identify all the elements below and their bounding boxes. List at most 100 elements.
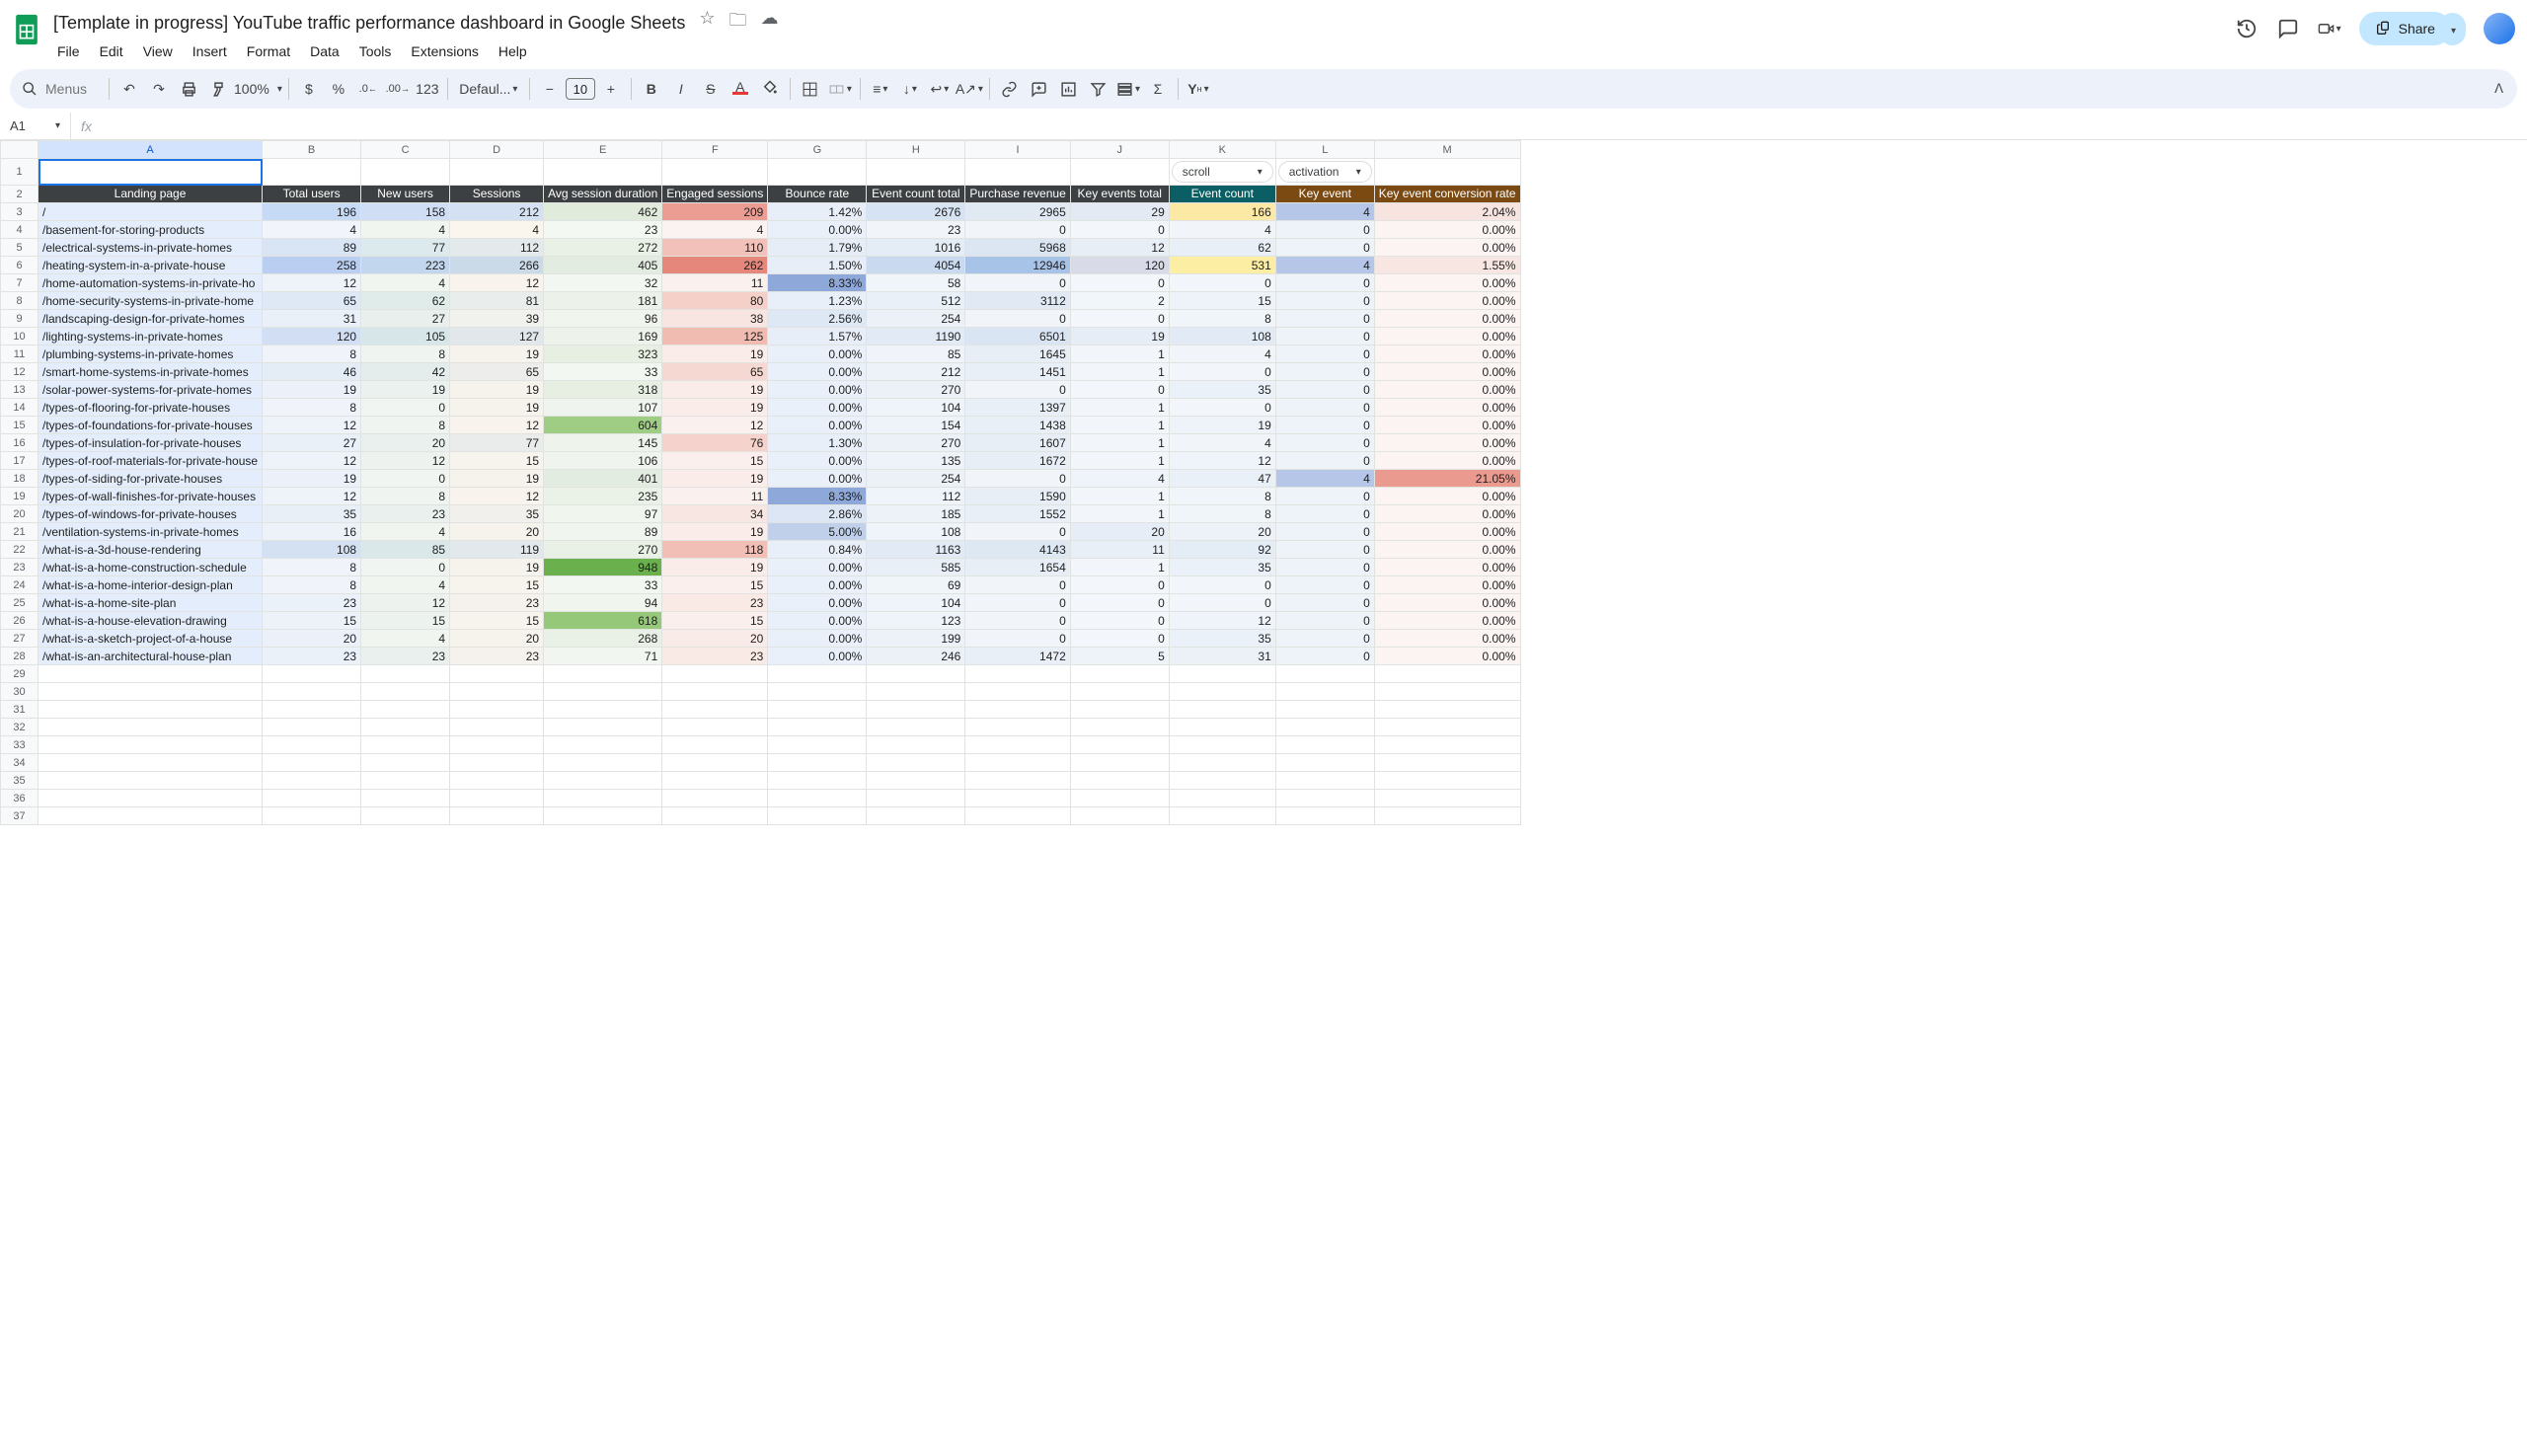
data-cell[interactable]: 0.00% <box>768 594 867 612</box>
row-header-15[interactable]: 15 <box>1 417 38 434</box>
data-cell[interactable]: 38 <box>662 310 768 328</box>
empty-cell[interactable] <box>965 683 1070 701</box>
data-cell[interactable]: 196 <box>263 203 361 221</box>
row-header-24[interactable]: 24 <box>1 576 38 594</box>
data-cell[interactable]: 15 <box>450 612 544 630</box>
data-cell[interactable]: 1016 <box>867 239 965 257</box>
data-cell[interactable]: 0 <box>1070 594 1169 612</box>
data-cell[interactable]: 5.00% <box>768 523 867 541</box>
data-cell[interactable]: 166 <box>1169 203 1275 221</box>
row-header-23[interactable]: 23 <box>1 559 38 576</box>
col-header-M[interactable]: M <box>1374 141 1520 159</box>
data-cell[interactable]: 0 <box>965 576 1070 594</box>
data-cell[interactable]: 15 <box>662 452 768 470</box>
empty-cell[interactable] <box>1275 772 1374 790</box>
data-cell[interactable]: 33 <box>544 363 662 381</box>
empty-cell[interactable] <box>768 719 867 736</box>
menu-search-input[interactable] <box>43 80 101 98</box>
dropdown-k[interactable]: scroll▾ <box>1172 161 1273 183</box>
data-cell[interactable]: /what-is-a-sketch-project-of-a-house <box>38 630 263 648</box>
data-cell[interactable]: 0 <box>361 559 450 576</box>
account-avatar[interactable] <box>2484 13 2515 44</box>
empty-cell[interactable] <box>867 665 965 683</box>
menu-extensions[interactable]: Extensions <box>403 39 486 63</box>
data-cell[interactable]: 19 <box>450 559 544 576</box>
empty-cell[interactable] <box>662 665 768 683</box>
data-cell[interactable]: 1590 <box>965 488 1070 505</box>
cell[interactable] <box>662 159 768 186</box>
data-cell[interactable]: 8 <box>1169 505 1275 523</box>
row-header-1[interactable]: 1 <box>1 159 38 186</box>
data-cell[interactable]: 0.00% <box>768 399 867 417</box>
data-cell[interactable]: 1 <box>1070 452 1169 470</box>
data-cell[interactable]: 35 <box>1169 630 1275 648</box>
data-cell[interactable]: 1 <box>1070 399 1169 417</box>
data-cell[interactable]: 0.00% <box>1374 381 1520 399</box>
empty-cell[interactable] <box>450 719 544 736</box>
data-cell[interactable]: 89 <box>544 523 662 541</box>
data-cell[interactable]: 12 <box>263 417 361 434</box>
data-cell[interactable]: 266 <box>450 257 544 274</box>
data-cell[interactable]: 0.00% <box>1374 239 1520 257</box>
data-cell[interactable]: 0 <box>1275 363 1374 381</box>
data-cell[interactable]: 531 <box>1169 257 1275 274</box>
empty-cell[interactable] <box>1169 665 1275 683</box>
more-formats-button[interactable]: 123 <box>414 75 441 103</box>
data-cell[interactable]: 20 <box>662 630 768 648</box>
col-header-K[interactable]: K <box>1169 141 1275 159</box>
data-cell[interactable]: 0 <box>1275 576 1374 594</box>
row-header-32[interactable]: 32 <box>1 719 38 736</box>
data-cell[interactable]: 4 <box>1169 221 1275 239</box>
row-header-8[interactable]: 8 <box>1 292 38 310</box>
data-cell[interactable]: 262 <box>662 257 768 274</box>
data-cell[interactable]: 0.00% <box>1374 541 1520 559</box>
data-cell[interactable]: 0.00% <box>1374 612 1520 630</box>
data-cell[interactable]: 15 <box>662 612 768 630</box>
data-cell[interactable]: /plumbing-systems-in-private-homes <box>38 345 263 363</box>
data-cell[interactable]: 106 <box>544 452 662 470</box>
empty-cell[interactable] <box>263 807 361 825</box>
data-cell[interactable]: /lighting-systems-in-private-homes <box>38 328 263 345</box>
empty-cell[interactable] <box>263 754 361 772</box>
col-header-J[interactable]: J <box>1070 141 1169 159</box>
data-cell[interactable]: 1.55% <box>1374 257 1520 274</box>
empty-cell[interactable] <box>965 665 1070 683</box>
data-cell[interactable]: 19 <box>450 470 544 488</box>
data-cell[interactable]: 4 <box>1275 257 1374 274</box>
data-cell[interactable]: 1607 <box>965 434 1070 452</box>
menu-file[interactable]: File <box>49 39 88 63</box>
data-cell[interactable]: 0.00% <box>1374 345 1520 363</box>
data-cell[interactable]: 62 <box>1169 239 1275 257</box>
data-cell[interactable]: 23 <box>662 594 768 612</box>
data-cell[interactable]: 16 <box>263 523 361 541</box>
data-cell[interactable]: 0.00% <box>1374 505 1520 523</box>
empty-cell[interactable] <box>450 683 544 701</box>
empty-cell[interactable] <box>361 736 450 754</box>
data-cell[interactable]: 0 <box>1275 345 1374 363</box>
empty-cell[interactable] <box>263 772 361 790</box>
data-cell[interactable]: 181 <box>544 292 662 310</box>
data-cell[interactable]: 0 <box>1275 648 1374 665</box>
data-cell[interactable]: /what-is-an-architectural-house-plan <box>38 648 263 665</box>
data-cell[interactable]: 212 <box>450 203 544 221</box>
empty-cell[interactable] <box>38 754 263 772</box>
data-cell[interactable]: 8 <box>263 399 361 417</box>
data-cell[interactable]: 5 <box>1070 648 1169 665</box>
data-cell[interactable]: 12 <box>662 417 768 434</box>
data-cell[interactable]: 21.05% <box>1374 470 1520 488</box>
row-header-17[interactable]: 17 <box>1 452 38 470</box>
data-cell[interactable]: /electrical-systems-in-private-homes <box>38 239 263 257</box>
addon-button[interactable]: Yн▾ <box>1185 75 1212 103</box>
data-cell[interactable]: 0 <box>1070 310 1169 328</box>
data-cell[interactable]: 1 <box>1070 559 1169 576</box>
data-cell[interactable]: 1.42% <box>768 203 867 221</box>
empty-cell[interactable] <box>544 736 662 754</box>
data-cell[interactable]: 8 <box>1169 310 1275 328</box>
data-cell[interactable]: 29 <box>1070 203 1169 221</box>
data-cell[interactable]: 0.00% <box>1374 648 1520 665</box>
row-header-21[interactable]: 21 <box>1 523 38 541</box>
col-header-B[interactable]: B <box>263 141 361 159</box>
empty-cell[interactable] <box>1070 807 1169 825</box>
data-cell[interactable]: 2 <box>1070 292 1169 310</box>
move-icon[interactable]: 🗀 <box>729 8 747 38</box>
